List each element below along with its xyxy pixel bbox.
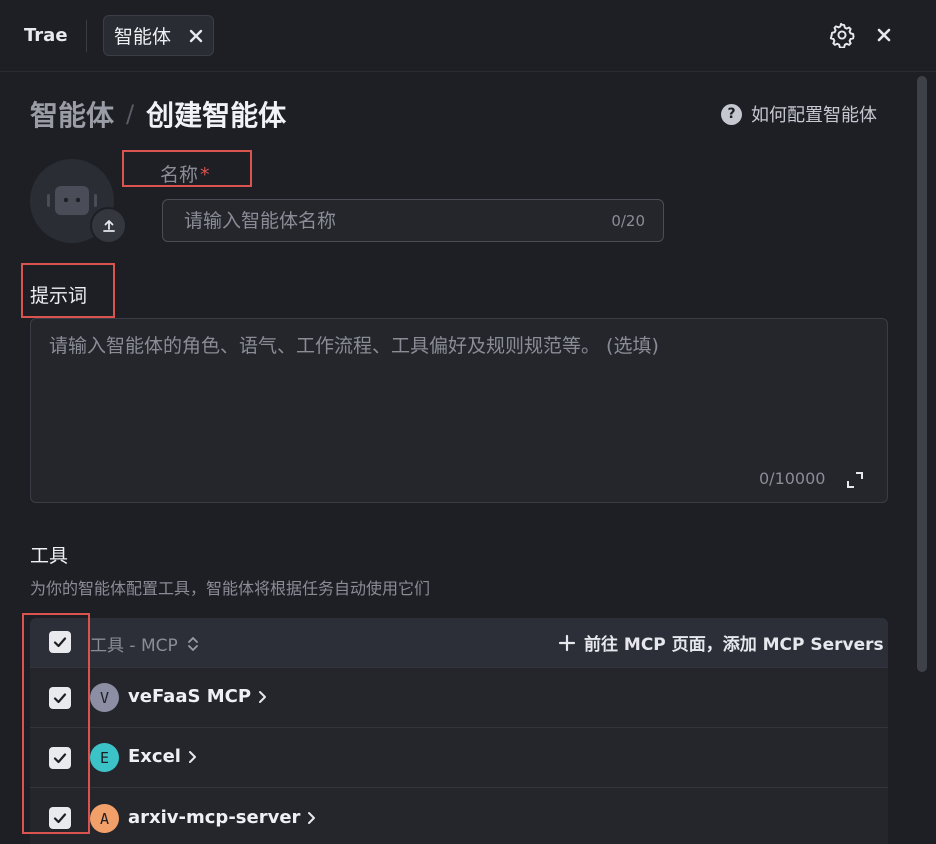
plus-icon [558, 634, 576, 651]
tools-table: 工具 - MCP 前往 MCP 页面，添加 MCP Servers V veFa… [30, 618, 888, 844]
prompt-textarea[interactable] [31, 319, 887, 459]
tools-description: 为你的智能体配置工具，智能体将根据任务自动使用它们 [30, 579, 431, 598]
breadcrumb: 智能体 / 创建智能体 [30, 94, 286, 134]
tools-header-text: 工具 - MCP [90, 636, 178, 656]
tools-table-header: 工具 - MCP 前往 MCP 页面，添加 MCP Servers [30, 618, 888, 667]
top-bar: Trae 智能体 [0, 0, 936, 72]
app-name: Trae [24, 25, 68, 46]
prompt-label-highlight [21, 263, 115, 318]
top-divider [86, 20, 87, 52]
tool-row[interactable]: A arxiv-mcp-server [30, 787, 888, 844]
gear-icon[interactable] [829, 22, 855, 48]
upload-avatar-button[interactable] [90, 207, 127, 244]
tool-name-text: arxiv-mcp-server [128, 807, 301, 828]
prompt-counter: 0/10000 [759, 469, 826, 488]
chevron-right-icon [308, 811, 316, 824]
breadcrumb-parent[interactable]: 智能体 [30, 94, 114, 134]
tool-name[interactable]: arxiv-mcp-server [128, 807, 316, 828]
tool-avatar: A [90, 804, 119, 833]
tab-label: 智能体 [114, 26, 172, 48]
upload-icon [102, 219, 115, 232]
tool-avatar: E [90, 743, 119, 772]
tool-name[interactable]: veFaaS MCP [128, 686, 267, 707]
name-label-highlight [122, 150, 252, 187]
tool-avatar: V [90, 683, 119, 712]
tool-name-text: veFaaS MCP [128, 686, 252, 707]
name-input[interactable] [163, 200, 583, 241]
checkbox-column-highlight [22, 613, 90, 834]
tool-row[interactable]: V veFaaS MCP [30, 667, 888, 727]
tab-agent[interactable]: 智能体 [103, 15, 214, 56]
name-counter: 0/20 [611, 212, 645, 230]
tool-name[interactable]: Excel [128, 746, 197, 767]
help-link[interactable]: ? 如何配置智能体 [721, 100, 877, 128]
sort-icon [187, 636, 198, 651]
prompt-field[interactable]: 0/10000 [30, 318, 888, 503]
page-title: 创建智能体 [146, 99, 287, 132]
scrollbar[interactable] [917, 76, 927, 672]
add-mcp-text: 前往 MCP 页面，添加 MCP Servers [584, 635, 884, 655]
close-panel-icon[interactable] [876, 27, 892, 43]
tool-name-text: Excel [128, 746, 181, 767]
close-icon[interactable] [188, 28, 204, 44]
add-mcp-link[interactable]: 前往 MCP 页面，添加 MCP Servers [558, 630, 884, 655]
tools-header-label[interactable]: 工具 - MCP [90, 631, 200, 656]
chevron-right-icon [188, 750, 196, 763]
chevron-right-icon [259, 690, 267, 703]
expand-icon[interactable] [845, 470, 865, 490]
tools-title: 工具 [30, 545, 69, 567]
breadcrumb-separator: / [126, 100, 135, 128]
help-link-label: 如何配置智能体 [751, 105, 877, 126]
tool-row[interactable]: E Excel [30, 727, 888, 787]
name-field[interactable]: 0/20 [162, 199, 664, 242]
question-circle-icon: ? [721, 103, 742, 125]
